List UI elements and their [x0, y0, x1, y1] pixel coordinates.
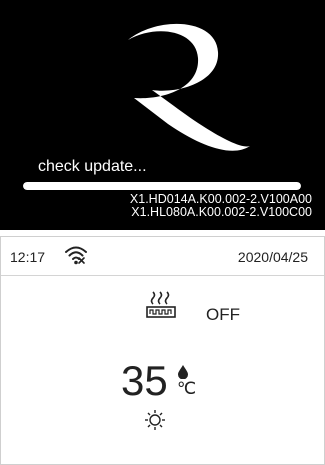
firmware-version-2: X1.HL080A.K00.002-2.V100C00 [131, 205, 312, 219]
clock-time: 12:17 [10, 249, 46, 265]
water-drop-icon [178, 365, 188, 379]
temperature-value: 35 [121, 357, 168, 404]
thermostat-screen: 12:17 2020/04/25 OFF 35 ℃ [0, 236, 325, 465]
update-status-text: check update... [38, 158, 147, 175]
status-bar: 12:17 2020/04/25 [1, 237, 324, 276]
clock-date: 2020/04/25 [237, 249, 308, 265]
sun-icon[interactable] [144, 409, 166, 431]
update-progress-fill [23, 182, 301, 190]
update-progress-bar [23, 182, 301, 190]
floor-heating-icon[interactable] [145, 289, 179, 323]
boot-screen: check update... X1.HD014A.K00.002-2.V100… [0, 0, 325, 230]
r-logo-icon [128, 23, 250, 151]
heating-state[interactable]: OFF [206, 305, 240, 325]
temperature-unit: ℃ [177, 379, 197, 398]
wifi-icon[interactable] [64, 244, 88, 266]
